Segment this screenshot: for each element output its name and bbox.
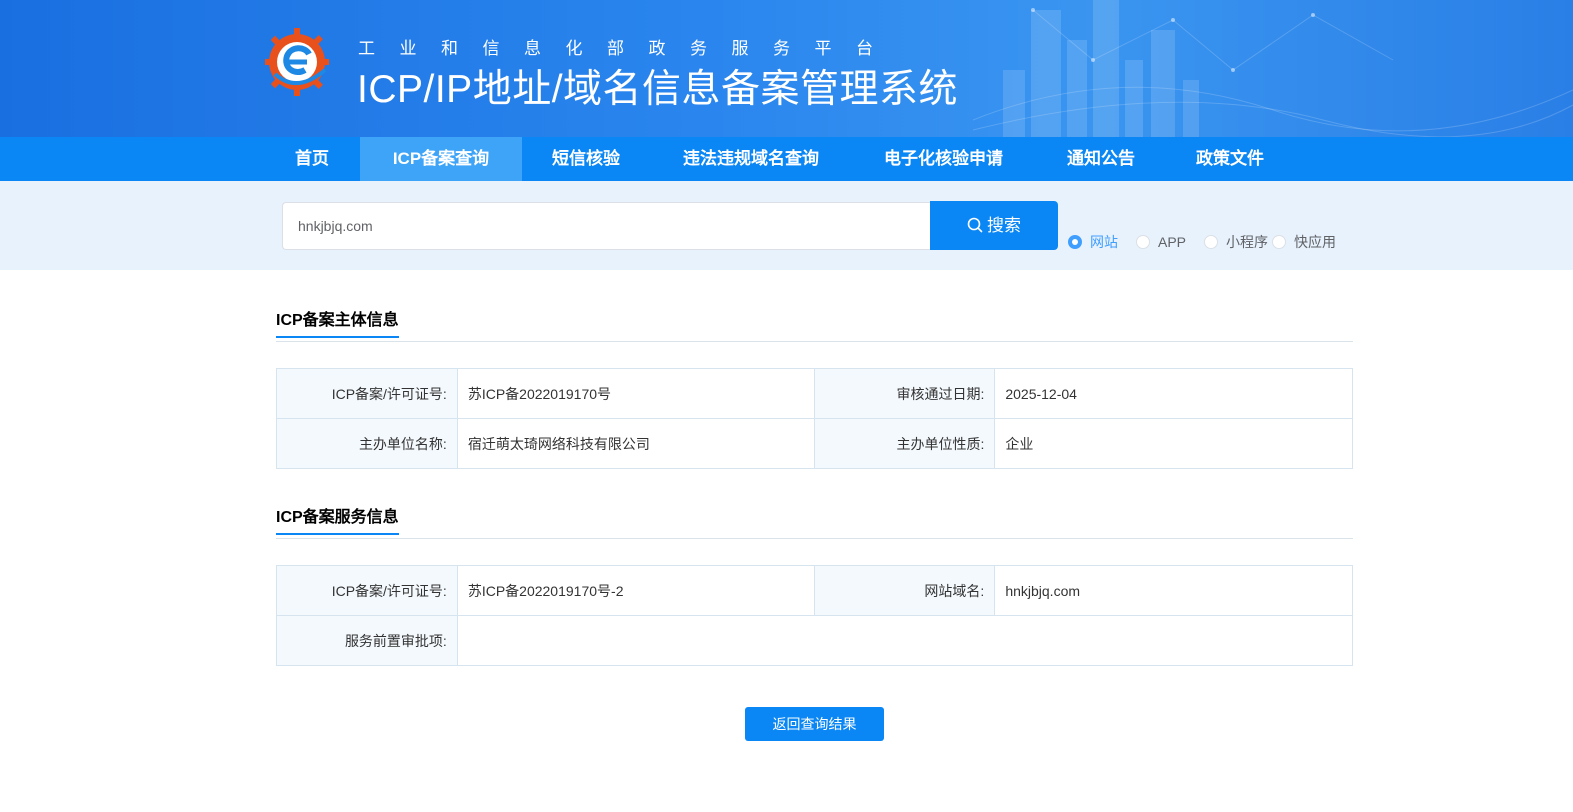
radio-mini-program-label: 小程序 [1226, 234, 1268, 250]
header-banner: 工业和信息化部政务服务平台 ICP/IP地址/域名信息备案管理系统 [0, 0, 1573, 137]
table-row: 服务前置审批项: [276, 615, 1354, 666]
table-row: 主办单位名称: 宿迁萌太琦网络科技有限公司 主办单位性质: 企业 [276, 418, 1353, 469]
radio-quick-app[interactable]: 快应用 [1272, 234, 1336, 250]
nav-item-electronic-verify[interactable]: 电子化核验申请 [866, 137, 1021, 181]
radio-unchecked-icon [1204, 235, 1218, 249]
city-skyline-decoration [973, 0, 1573, 137]
nav-item-sms-verify[interactable]: 短信核验 [535, 137, 637, 181]
license-value: 苏ICP备2022019170号 [456, 368, 815, 419]
radio-mini-program[interactable]: 小程序 [1204, 234, 1268, 250]
nav-item-notices[interactable]: 通知公告 [1052, 137, 1150, 181]
pre-approval-label: 服务前置审批项: [276, 615, 458, 666]
service-license-value: 苏ICP备2022019170号-2 [456, 565, 815, 616]
license-label: ICP备案/许可证号: [276, 368, 458, 419]
radio-unchecked-icon [1272, 235, 1286, 249]
subject-section-title: ICP备案主体信息 [276, 306, 399, 338]
platform-subtitle: 工业和信息化部政务服务平台 [358, 39, 898, 58]
nav-item-home[interactable]: 首页 [276, 137, 348, 181]
org-name-label: 主办单位名称: [276, 418, 458, 469]
miit-logo-icon [265, 28, 329, 96]
org-nature-label: 主办单位性质: [813, 418, 996, 469]
nav-item-icp-query[interactable]: ICP备案查询 [360, 137, 522, 181]
radio-website[interactable]: 网站 [1068, 234, 1118, 250]
radio-app[interactable]: APP [1136, 234, 1186, 250]
system-title: ICP/IP地址/域名信息备案管理系统 [357, 68, 959, 111]
pre-approval-value [456, 615, 1354, 666]
org-name-value: 宿迁萌太琦网络科技有限公司 [456, 418, 815, 469]
approval-date-value: 2025-12-04 [994, 368, 1353, 419]
service-section-title: ICP备案服务信息 [276, 503, 399, 535]
nav-item-policy-docs[interactable]: 政策文件 [1181, 137, 1279, 181]
domain-label: 网站域名: [813, 565, 996, 616]
search-button[interactable]: 搜索 [930, 201, 1058, 250]
radio-unchecked-icon [1136, 235, 1150, 249]
radio-website-label: 网站 [1090, 234, 1118, 250]
org-nature-value: 企业 [994, 418, 1353, 469]
back-to-results-button[interactable]: 返回查询结果 [745, 707, 884, 741]
search-button-label: 搜索 [987, 216, 1021, 235]
search-icon [967, 217, 983, 233]
nav-item-illegal-domain-query[interactable]: 违法违规域名查询 [668, 137, 834, 181]
approval-date-label: 审核通过日期: [813, 368, 996, 419]
radio-app-label: APP [1158, 234, 1187, 250]
service-license-label: ICP备案/许可证号: [276, 565, 458, 616]
subject-section-divider [276, 341, 1353, 342]
table-row: ICP备案/许可证号: 苏ICP备2022019170号 审核通过日期: 202… [276, 368, 1353, 419]
table-row: ICP备案/许可证号: 苏ICP备2022019170号-2 网站域名: hnk… [276, 565, 1353, 616]
main-nav: 首页 ICP备案查询 短信核验 违法违规域名查询 电子化核验申请 通知公告 政策… [0, 137, 1573, 181]
radio-checked-icon [1068, 235, 1082, 249]
subject-info-table: ICP备案/许可证号: 苏ICP备2022019170号 审核通过日期: 202… [276, 368, 1353, 469]
search-input[interactable]: hnkjbjq.com [282, 202, 931, 250]
search-band: hnkjbjq.com 搜索 网站 APP 小程序 快应用 [0, 181, 1573, 270]
service-section-divider [276, 538, 1353, 539]
domain-value: hnkjbjq.com [994, 565, 1353, 616]
radio-quick-app-label: 快应用 [1294, 234, 1336, 250]
service-info-table: ICP备案/许可证号: 苏ICP备2022019170号-2 网站域名: hnk… [276, 565, 1354, 666]
